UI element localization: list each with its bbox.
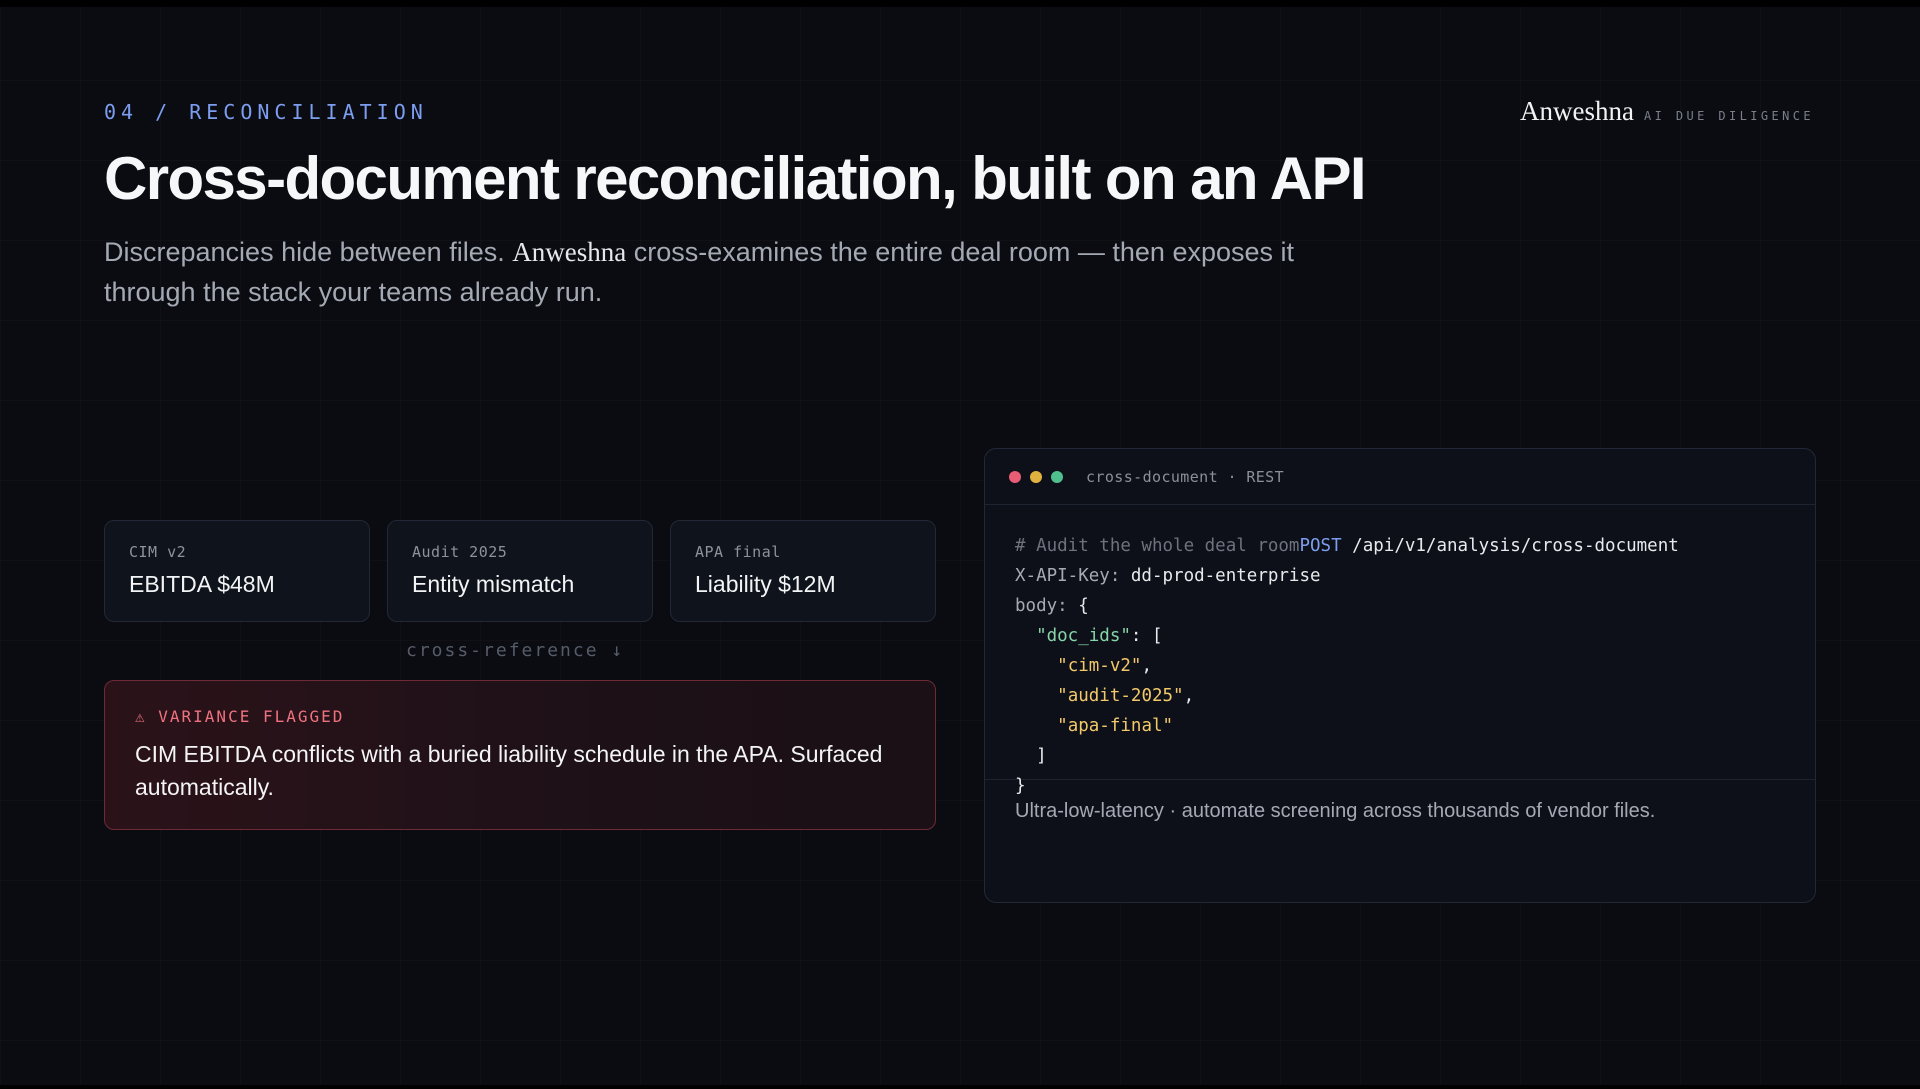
doc-card-value: Entity mismatch xyxy=(412,571,575,597)
variance-alert: ⚠ VARIANCE FLAGGED CIM EBITDA conflicts … xyxy=(104,680,936,830)
code-body-key: body: xyxy=(1015,596,1068,616)
yellow-dot-icon xyxy=(1030,470,1042,483)
code-comment: # Audit the whole deal room xyxy=(1015,536,1300,556)
code-header-key: X-API-Key: xyxy=(1015,566,1121,586)
code-prop: "doc_ids" xyxy=(1036,626,1131,646)
code-comma: , xyxy=(1141,656,1152,676)
doc-card-cim: CIM v2 EBITDA $48M xyxy=(104,520,370,622)
panel-header: cross-document · REST xyxy=(985,449,1815,505)
code-line: "doc_ids": [ xyxy=(1015,621,1815,651)
code-body-close: } xyxy=(1015,776,1026,796)
doc-card-label: APA final xyxy=(695,543,781,561)
code-line: "apa-final" xyxy=(1015,711,1815,741)
cross-reference-label: cross-reference ↓ xyxy=(406,640,625,661)
code-array-close: ] xyxy=(1036,746,1047,766)
subtitle-text-1: Discrepancies hide between files. xyxy=(104,237,513,267)
code-prop-tail: : [ xyxy=(1130,626,1163,646)
code-path: /api/v1/analysis/cross-document xyxy=(1341,536,1679,556)
code-string: "cim-v2" xyxy=(1057,656,1142,676)
doc-card-audit: Audit 2025 Entity mismatch xyxy=(387,520,653,622)
panel-title: cross-document · REST xyxy=(1086,467,1285,486)
brand-logo: Anweshna AI DUE DILIGENCE xyxy=(1520,96,1814,127)
red-dot-icon xyxy=(1009,470,1021,483)
page-title: Cross-document reconciliation, built on … xyxy=(104,145,1367,212)
code-line: body: { xyxy=(1015,591,1815,621)
top-border xyxy=(0,0,1920,7)
code-line: # Audit the whole deal roomPOST /api/v1/… xyxy=(1015,531,1815,561)
code-body-open: { xyxy=(1067,596,1089,616)
code-method: POST xyxy=(1299,536,1342,556)
doc-card-apa: APA final Liability $12M xyxy=(670,520,936,622)
code-string: "audit-2025" xyxy=(1057,686,1184,706)
code-line: X-API-Key: dd-prod-enterprise xyxy=(1015,561,1815,591)
green-dot-icon xyxy=(1051,470,1063,483)
doc-card-value: Liability $12M xyxy=(695,571,836,597)
doc-card-label: CIM v2 xyxy=(129,543,187,561)
code-line: ] xyxy=(1015,741,1815,771)
section-eyebrow: 04 / RECONCILIATION xyxy=(104,100,428,124)
panel-footer: Ultra-low-latency · automate screening a… xyxy=(1015,800,1656,822)
brand-tagline: AI DUE DILIGENCE xyxy=(1644,109,1814,123)
page-subtitle: Discrepancies hide between files. Anwesh… xyxy=(104,232,1344,312)
alert-text: CIM EBITDA conflicts with a buried liabi… xyxy=(135,741,883,800)
subtitle-brand: Anweshna xyxy=(512,237,627,267)
alert-label: ⚠ VARIANCE FLAGGED xyxy=(135,707,345,726)
doc-card-value: EBITDA $48M xyxy=(129,571,275,597)
code-line: "cim-v2", xyxy=(1015,651,1815,681)
code-block: # Audit the whole deal roomPOST /api/v1/… xyxy=(985,505,1815,796)
code-header-value: dd-prod-enterprise xyxy=(1120,566,1321,586)
bottom-border xyxy=(0,1085,1920,1089)
code-line: "audit-2025", xyxy=(1015,681,1815,711)
api-code-panel: cross-document · REST # Audit the whole … xyxy=(984,448,1816,903)
doc-card-label: Audit 2025 xyxy=(412,543,508,561)
code-comma: , xyxy=(1183,686,1195,706)
brand-name: Anweshna xyxy=(1520,96,1634,126)
code-string: "apa-final" xyxy=(1057,716,1174,736)
